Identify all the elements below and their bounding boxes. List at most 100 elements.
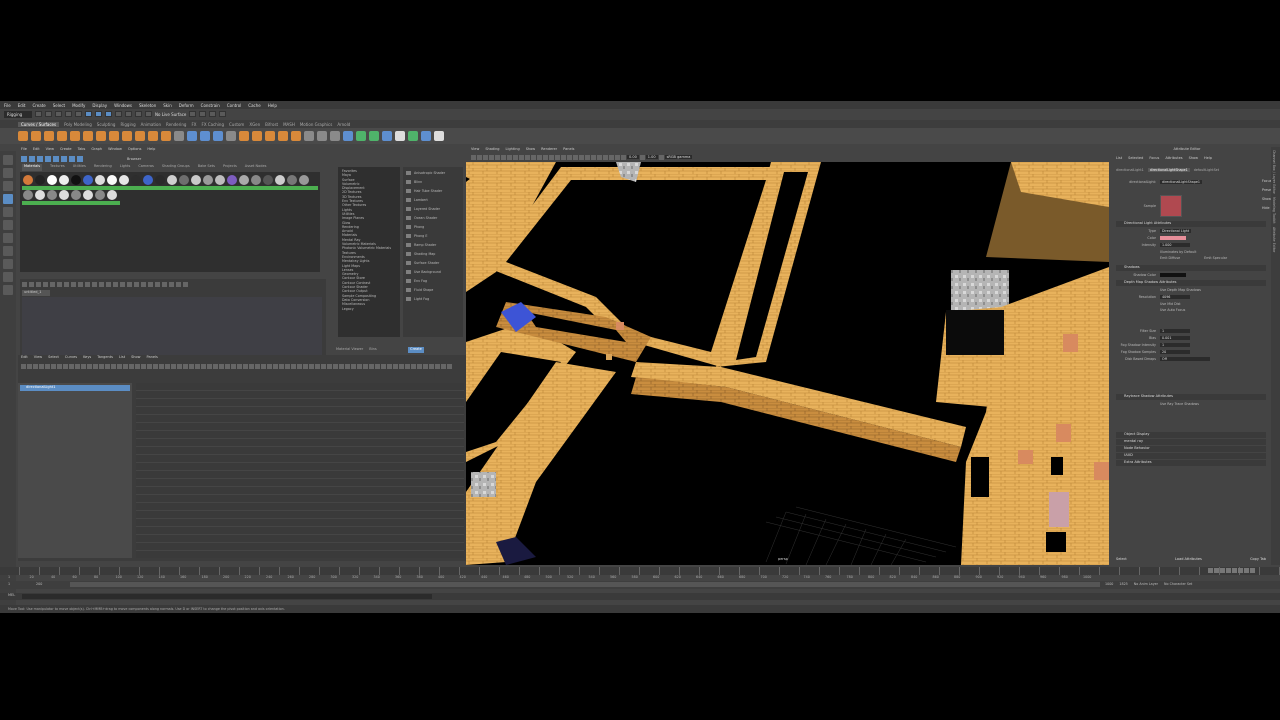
menu-item[interactable]: Edit [18,103,26,108]
tool-icon[interactable] [87,363,92,369]
anim-layer-dropdown[interactable]: No Anim Layer [1134,582,1158,586]
tool-icon[interactable] [176,282,181,287]
use-depth-map-checkbox[interactable]: Use Depth Map Shadows [1160,288,1201,292]
ae-menu-item[interactable]: Selected [1128,156,1143,160]
gamma-icon[interactable] [639,154,645,160]
exposure-field[interactable]: 0.00 [627,155,639,159]
camera-select-icon[interactable] [471,154,476,160]
tool-icon[interactable] [81,363,86,369]
curve-graph-area[interactable] [136,383,464,558]
tool-icon[interactable] [369,363,374,369]
menu-item[interactable]: Skeleton [139,103,156,108]
tool-icon[interactable] [123,363,128,369]
mel-label[interactable]: MEL [8,593,15,597]
tool-icon[interactable] [93,363,98,369]
surface-editing-icon[interactable] [395,131,405,141]
hypershade-tab[interactable]: Materials [22,164,43,171]
tool-icon[interactable] [285,363,290,369]
hypershade-tab[interactable]: Cameras [138,164,154,171]
open-scene-icon[interactable] [45,111,52,117]
tool-icon[interactable] [50,282,55,287]
tool-icon[interactable] [351,363,356,369]
emit-specular-checkbox[interactable]: Emit Specular [1204,256,1227,260]
tool-icon[interactable] [345,363,350,369]
section-object-display[interactable]: Object Display [1116,432,1266,438]
shelf-tab[interactable]: Curves / Surfaces [18,121,60,127]
ae-node-tab[interactable]: directionalLight1 [1116,168,1144,172]
shelf-tab[interactable]: Sculpting [97,122,116,127]
tool-icon[interactable] [57,363,62,369]
tool-icon[interactable] [321,363,326,369]
tool-icon[interactable] [29,282,34,287]
select-tool-icon[interactable] [3,155,13,165]
tool-icon[interactable] [69,363,74,369]
tool-icon[interactable] [315,363,320,369]
color-management-icon[interactable] [658,154,664,160]
graph-editor-menu-item[interactable]: Curves [65,355,77,361]
tool-icon[interactable] [189,363,194,369]
emit-diffuse-checkbox[interactable]: Emit Diffuse [1160,256,1180,260]
outliner-item[interactable]: directionalLight1 [20,385,130,391]
tool-icon[interactable] [183,282,188,287]
create-node-item[interactable]: Phong E [406,232,460,241]
rebuild-icon[interactable] [343,131,353,141]
tool-icon[interactable] [327,363,332,369]
shadows-icon[interactable] [567,154,572,160]
scale-tool-icon[interactable] [3,220,13,230]
filter-size-field[interactable]: 1 [1160,329,1190,333]
create-node-item[interactable]: Fluid Shape [406,286,460,295]
view-transform-dropdown[interactable]: sRGB gamma [664,155,693,159]
material-swatch[interactable] [239,175,249,185]
tool-icon[interactable] [99,363,104,369]
menu-item[interactable]: Create [32,103,45,108]
tool-icon[interactable] [423,363,428,369]
live-surface-label[interactable]: No Live Surface [155,112,186,117]
menu-item[interactable]: Select [53,103,65,108]
wireframe-icon[interactable] [537,154,542,160]
fillet-icon[interactable] [369,131,379,141]
motion-blur-icon[interactable] [579,154,584,160]
custom-shelf-icon[interactable] [434,131,444,141]
tool-icon[interactable] [201,363,206,369]
create-node-item[interactable]: Ocean Shader [406,214,460,223]
nurbs-cone-icon[interactable] [70,131,80,141]
nurbs-cube-icon[interactable] [44,131,54,141]
hs-tool-icon[interactable] [21,155,27,162]
tool-icon[interactable] [393,363,398,369]
tool-icon[interactable] [195,363,200,369]
smooth-shade-icon[interactable] [543,154,548,160]
default-material-icon[interactable] [549,154,554,160]
render-frame-icon[interactable] [189,111,197,117]
3d-viewport[interactable]: persp [466,162,1109,565]
material-swatch[interactable] [71,190,81,200]
menu-item[interactable]: Control [227,103,241,108]
ipr-render-icon[interactable] [199,111,207,117]
create-node-item[interactable]: Env Fog [406,277,460,286]
start-field[interactable]: 1 [8,582,10,586]
nurbs-circle-icon[interactable] [18,131,28,141]
material-swatch[interactable] [59,175,69,185]
go-to-start-icon[interactable] [1208,568,1213,573]
tool-icon[interactable] [153,363,158,369]
tool-icon[interactable] [261,363,266,369]
side-tab[interactable]: Channel Box / Layer Editor [1272,150,1276,194]
section-uuid[interactable]: UUID [1116,453,1266,459]
section-raytrace-shadow[interactable]: Raytrace Shadow Attributes [1116,394,1266,400]
tool-icon[interactable] [85,282,90,287]
end-field-b[interactable]: 1825 [1119,582,1127,586]
redo-icon[interactable] [75,111,82,117]
graph-editor-menu-item[interactable]: View [34,355,42,361]
tool-icon[interactable] [357,363,362,369]
hypershade-menu-item[interactable]: View [46,147,54,153]
tool-icon[interactable] [213,363,218,369]
material-swatch[interactable] [47,175,57,185]
bias-field[interactable]: 0.001 [1160,336,1190,340]
material-swatch[interactable] [191,175,201,185]
new-scene-icon[interactable] [35,111,42,117]
create-node-item[interactable]: Hair Tube Shader [406,187,460,196]
use-lights-icon[interactable] [561,154,566,160]
resolution-field[interactable]: 4096 [1160,295,1190,299]
loft-icon[interactable] [252,131,262,141]
select-component-icon[interactable] [105,111,112,117]
tool-icon[interactable] [105,363,110,369]
